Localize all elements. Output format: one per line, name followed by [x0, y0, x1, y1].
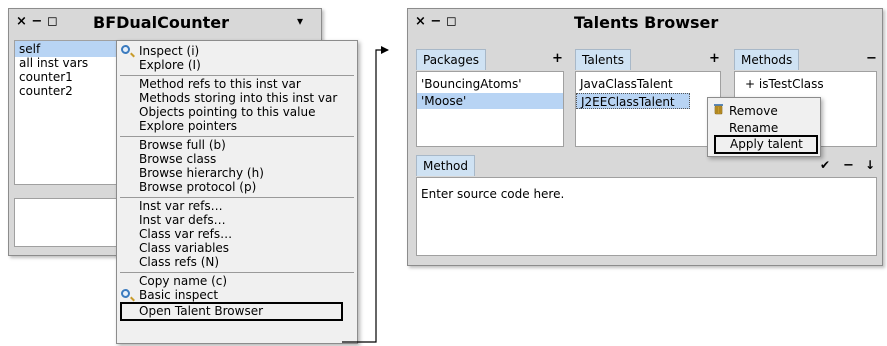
menu-item-explore-pointers[interactable]: Explore pointers — [117, 119, 357, 133]
magnifier-icon — [121, 45, 130, 54]
tab-talents[interactable]: Talents — [575, 49, 631, 70]
menu-item-browse-protocol[interactable]: Browse protocol (p) — [117, 180, 357, 194]
add-package-icon[interactable]: + — [552, 51, 563, 66]
talent-item-selected[interactable]: J2EEClassTalent — [576, 93, 690, 109]
menu-item-inst-var-refs[interactable]: Inst var refs… — [117, 199, 357, 213]
arrow-down-icon[interactable]: ↓ — [865, 158, 875, 172]
menu-item-class-var-refs[interactable]: Class var refs… — [117, 227, 357, 241]
menu-item-remove[interactable]: Remove — [708, 104, 820, 118]
minus-icon[interactable]: − — [843, 158, 854, 173]
window-controls[interactable]: × − ◻ — [16, 14, 58, 29]
menu-item-browse-full[interactable]: Browse full (b) — [117, 138, 357, 152]
menu-separator — [120, 136, 354, 137]
add-talent-icon[interactable]: + — [709, 51, 720, 66]
window-menu-icon[interactable]: ▾ — [297, 14, 303, 28]
package-item-selected[interactable]: 'Moose' — [417, 93, 563, 109]
menu-item-methods-storing[interactable]: Methods storing into this inst var — [117, 91, 357, 105]
talent-context-menu: Remove Rename Apply talent — [707, 97, 821, 157]
remove-method-icon[interactable]: − — [866, 51, 877, 66]
menu-item-method-refs[interactable]: Method refs to this inst var — [117, 77, 357, 91]
inspector-titlebar[interactable]: × − ◻ BFDualCounter ▾ — [9, 9, 321, 35]
source-code-editor[interactable]: Enter source code here. — [416, 177, 877, 256]
magnifier-icon — [121, 289, 130, 298]
menu-separator — [120, 197, 354, 198]
talents-titlebar[interactable]: × − ◻ Talents Browser — [408, 9, 882, 35]
packages-list[interactable]: 'BouncingAtoms' 'Moose' — [416, 71, 564, 147]
menu-item-class-refs[interactable]: Class refs (N) — [117, 255, 357, 269]
window-title: Talents Browser — [574, 13, 719, 32]
window-controls[interactable]: × − ◻ — [415, 14, 457, 29]
menu-item-browse-hierarchy[interactable]: Browse hierarchy (h) — [117, 166, 357, 180]
package-item[interactable]: 'BouncingAtoms' — [417, 76, 563, 92]
menu-item-browse-class[interactable]: Browse class — [117, 152, 357, 166]
menu-item-explore[interactable]: Explore (I) — [117, 58, 357, 72]
menu-item-highlight — [120, 302, 343, 321]
editor-placeholder: Enter source code here. — [421, 187, 565, 201]
menu-item-class-variables[interactable]: Class variables — [117, 241, 357, 255]
menu-item-basic-inspect[interactable]: Basic inspect — [117, 288, 357, 302]
menu-item-objects-pointing[interactable]: Objects pointing to this value — [117, 105, 357, 119]
context-menu: Inspect (i) Explore (I) Method refs to t… — [116, 40, 358, 344]
menu-item-highlight — [714, 135, 818, 154]
tab-method[interactable]: Method — [416, 155, 476, 176]
menu-separator — [120, 272, 354, 273]
method-item[interactable]: + isTestClass — [735, 76, 876, 92]
talent-item[interactable]: JavaClassTalent — [576, 76, 720, 92]
tab-packages[interactable]: Packages — [416, 49, 486, 70]
tab-methods[interactable]: Methods — [734, 49, 800, 70]
menu-item-rename[interactable]: Rename — [708, 121, 820, 135]
window-title: BFDualCounter — [93, 13, 229, 32]
talents-list[interactable]: JavaClassTalent J2EEClassTalent — [575, 71, 721, 147]
accept-icon[interactable]: ✔ — [820, 158, 830, 172]
menu-separator — [120, 75, 354, 76]
menu-item-copy-name[interactable]: Copy name (c) — [117, 274, 357, 288]
menu-item-inst-var-defs[interactable]: Inst var defs… — [117, 213, 357, 227]
menu-item-inspect[interactable]: Inspect (i) — [117, 44, 357, 58]
